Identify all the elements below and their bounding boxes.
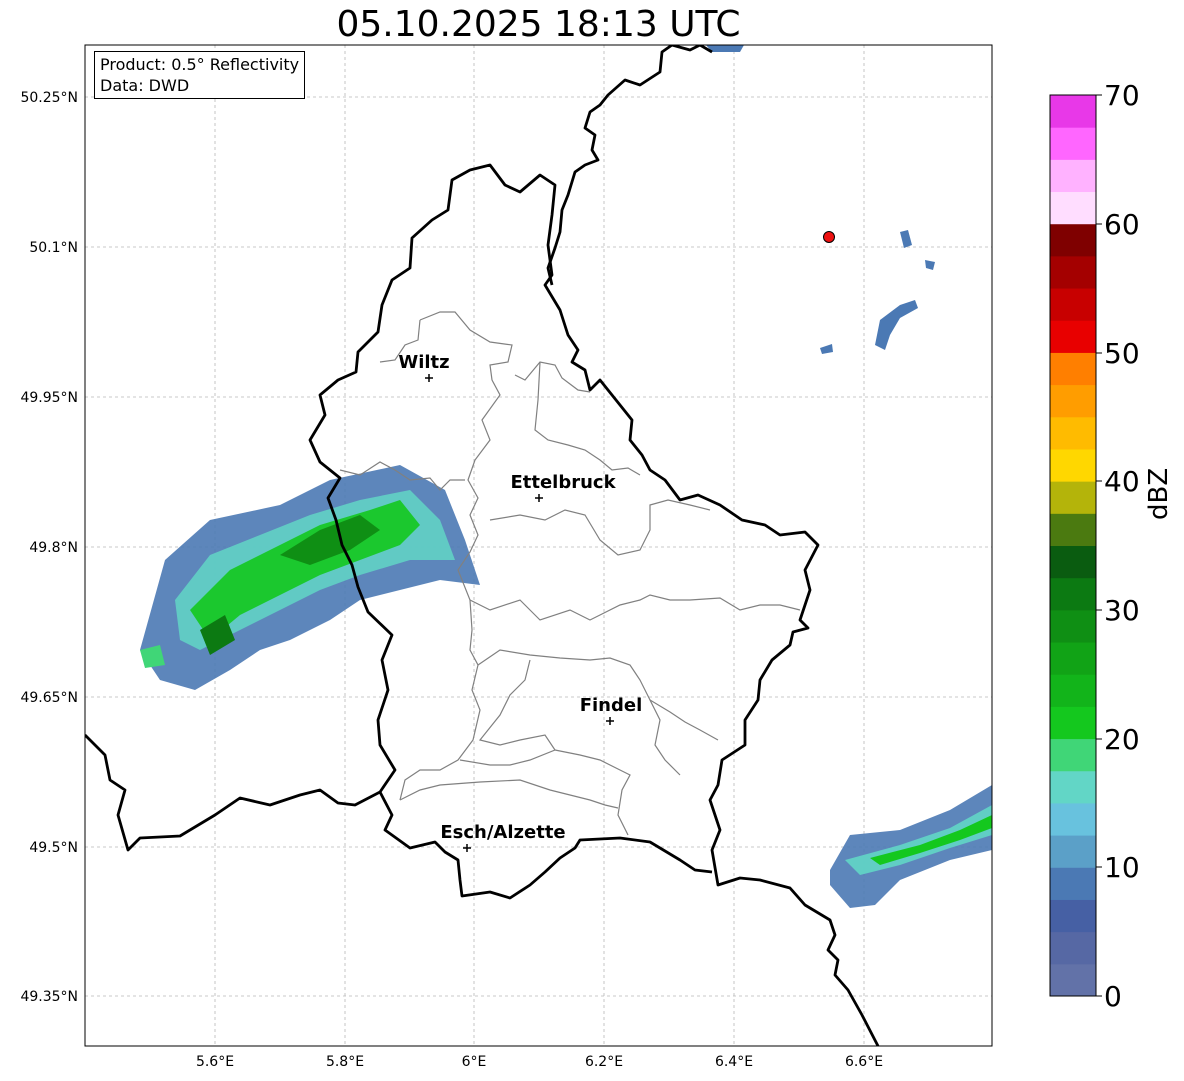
product-label: Product: 0.5° Reflectivity xyxy=(100,55,300,74)
precip-cell-west xyxy=(140,465,480,690)
colorbar-swatch xyxy=(1050,127,1096,160)
lat-tick-label: 49.5°N xyxy=(29,840,78,856)
colorbar-tick-label: 0 xyxy=(1104,980,1122,1013)
colorbar-swatch xyxy=(1050,320,1096,353)
lat-tick-labels: 50.25°N 50.1°N 49.95°N 49.8°N 49.65°N 49… xyxy=(20,90,78,1005)
colorbar-swatch xyxy=(1050,481,1096,514)
colorbar-tick-label: 40 xyxy=(1104,465,1140,498)
colorbar-swatch xyxy=(1050,288,1096,321)
lon-tick-label: 6.2°E xyxy=(585,1054,623,1070)
colorbar-swatch xyxy=(1050,95,1096,128)
plot-area: Wiltz Ettelbruck Findel Esch/Alzette xyxy=(85,45,992,1046)
lat-tick-label: 50.1°N xyxy=(29,240,78,256)
colorbar-swatch xyxy=(1050,416,1096,450)
colorbar-tick-label: 20 xyxy=(1104,723,1140,756)
colorbar-swatch xyxy=(1050,513,1096,546)
lat-tick-label: 49.95°N xyxy=(20,390,78,406)
lat-tick-label: 50.25°N xyxy=(20,90,78,106)
city-label: Findel xyxy=(580,695,643,716)
lon-tick-labels: 5.6°E 5.8°E 6°E 6.2°E 6.4°E 6.6°E xyxy=(196,1054,883,1070)
city-wiltz: Wiltz xyxy=(398,352,450,382)
colorbar-swatch xyxy=(1050,738,1096,772)
colorbar-swatch xyxy=(1050,577,1096,611)
colorbar-swatch xyxy=(1050,609,1096,643)
colorbar-tick-label: 50 xyxy=(1104,337,1140,370)
product-info-box: Product: 0.5° Reflectivity Data: DWD xyxy=(94,51,306,99)
city-esch-alzette: Esch/Alzette xyxy=(440,822,566,852)
colorbar-tick-label: 70 xyxy=(1104,79,1140,112)
colorbar-ticks: 0 10 20 30 40 50 60 70 xyxy=(1096,79,1140,1013)
city-label: Wiltz xyxy=(398,352,449,373)
colorbar-swatch xyxy=(1050,674,1096,707)
colorbar-swatch xyxy=(1050,223,1096,257)
colorbar xyxy=(1050,95,1096,997)
colorbar-swatch xyxy=(1050,642,1096,675)
lat-tick-label: 49.65°N xyxy=(20,690,78,706)
city-ettelbruck: Ettelbruck xyxy=(510,472,617,502)
city-findel: Findel xyxy=(580,695,643,725)
lat-tick-label: 49.8°N xyxy=(29,540,78,556)
radar-site-marker xyxy=(823,231,835,243)
colorbar-swatch xyxy=(1050,545,1096,579)
colorbar-swatch xyxy=(1050,255,1096,289)
colorbar-swatch xyxy=(1050,835,1096,868)
lon-tick-label: 6.6°E xyxy=(845,1054,883,1070)
colorbar-tick-label: 30 xyxy=(1104,594,1140,627)
radar-map-figure: Wiltz Ettelbruck Findel Esch/Alzette 5.6… xyxy=(20,44,1140,1070)
lon-tick-label: 5.8°E xyxy=(326,1054,364,1070)
colorbar-swatch xyxy=(1050,963,1096,997)
lon-tick-label: 5.6°E xyxy=(196,1054,234,1070)
city-label: Esch/Alzette xyxy=(440,822,565,843)
colorbar-swatch xyxy=(1050,384,1096,418)
colorbar-swatch xyxy=(1050,899,1096,933)
colorbar-label: dBZ xyxy=(1144,467,1174,520)
data-source-label: Data: DWD xyxy=(100,76,190,95)
lat-tick-label: 49.35°N xyxy=(20,989,78,1005)
colorbar-swatch xyxy=(1050,770,1096,804)
colorbar-swatch xyxy=(1050,448,1096,482)
colorbar-swatch xyxy=(1050,706,1096,740)
colorbar-swatch xyxy=(1050,802,1096,836)
lon-tick-label: 6°E xyxy=(462,1054,487,1070)
colorbar-swatch xyxy=(1050,352,1096,386)
lon-tick-label: 6.4°E xyxy=(715,1054,753,1070)
colorbar-swatch xyxy=(1050,159,1096,193)
precip-cell-southeast xyxy=(830,785,992,908)
colorbar-swatch xyxy=(1050,191,1096,225)
colorbar-tick-label: 10 xyxy=(1104,851,1140,884)
city-label: Ettelbruck xyxy=(510,472,616,493)
colorbar-swatch xyxy=(1050,931,1096,965)
precip-cell-northeast xyxy=(706,45,935,354)
colorbar-swatch xyxy=(1050,867,1096,900)
colorbar-tick-label: 60 xyxy=(1104,208,1140,241)
